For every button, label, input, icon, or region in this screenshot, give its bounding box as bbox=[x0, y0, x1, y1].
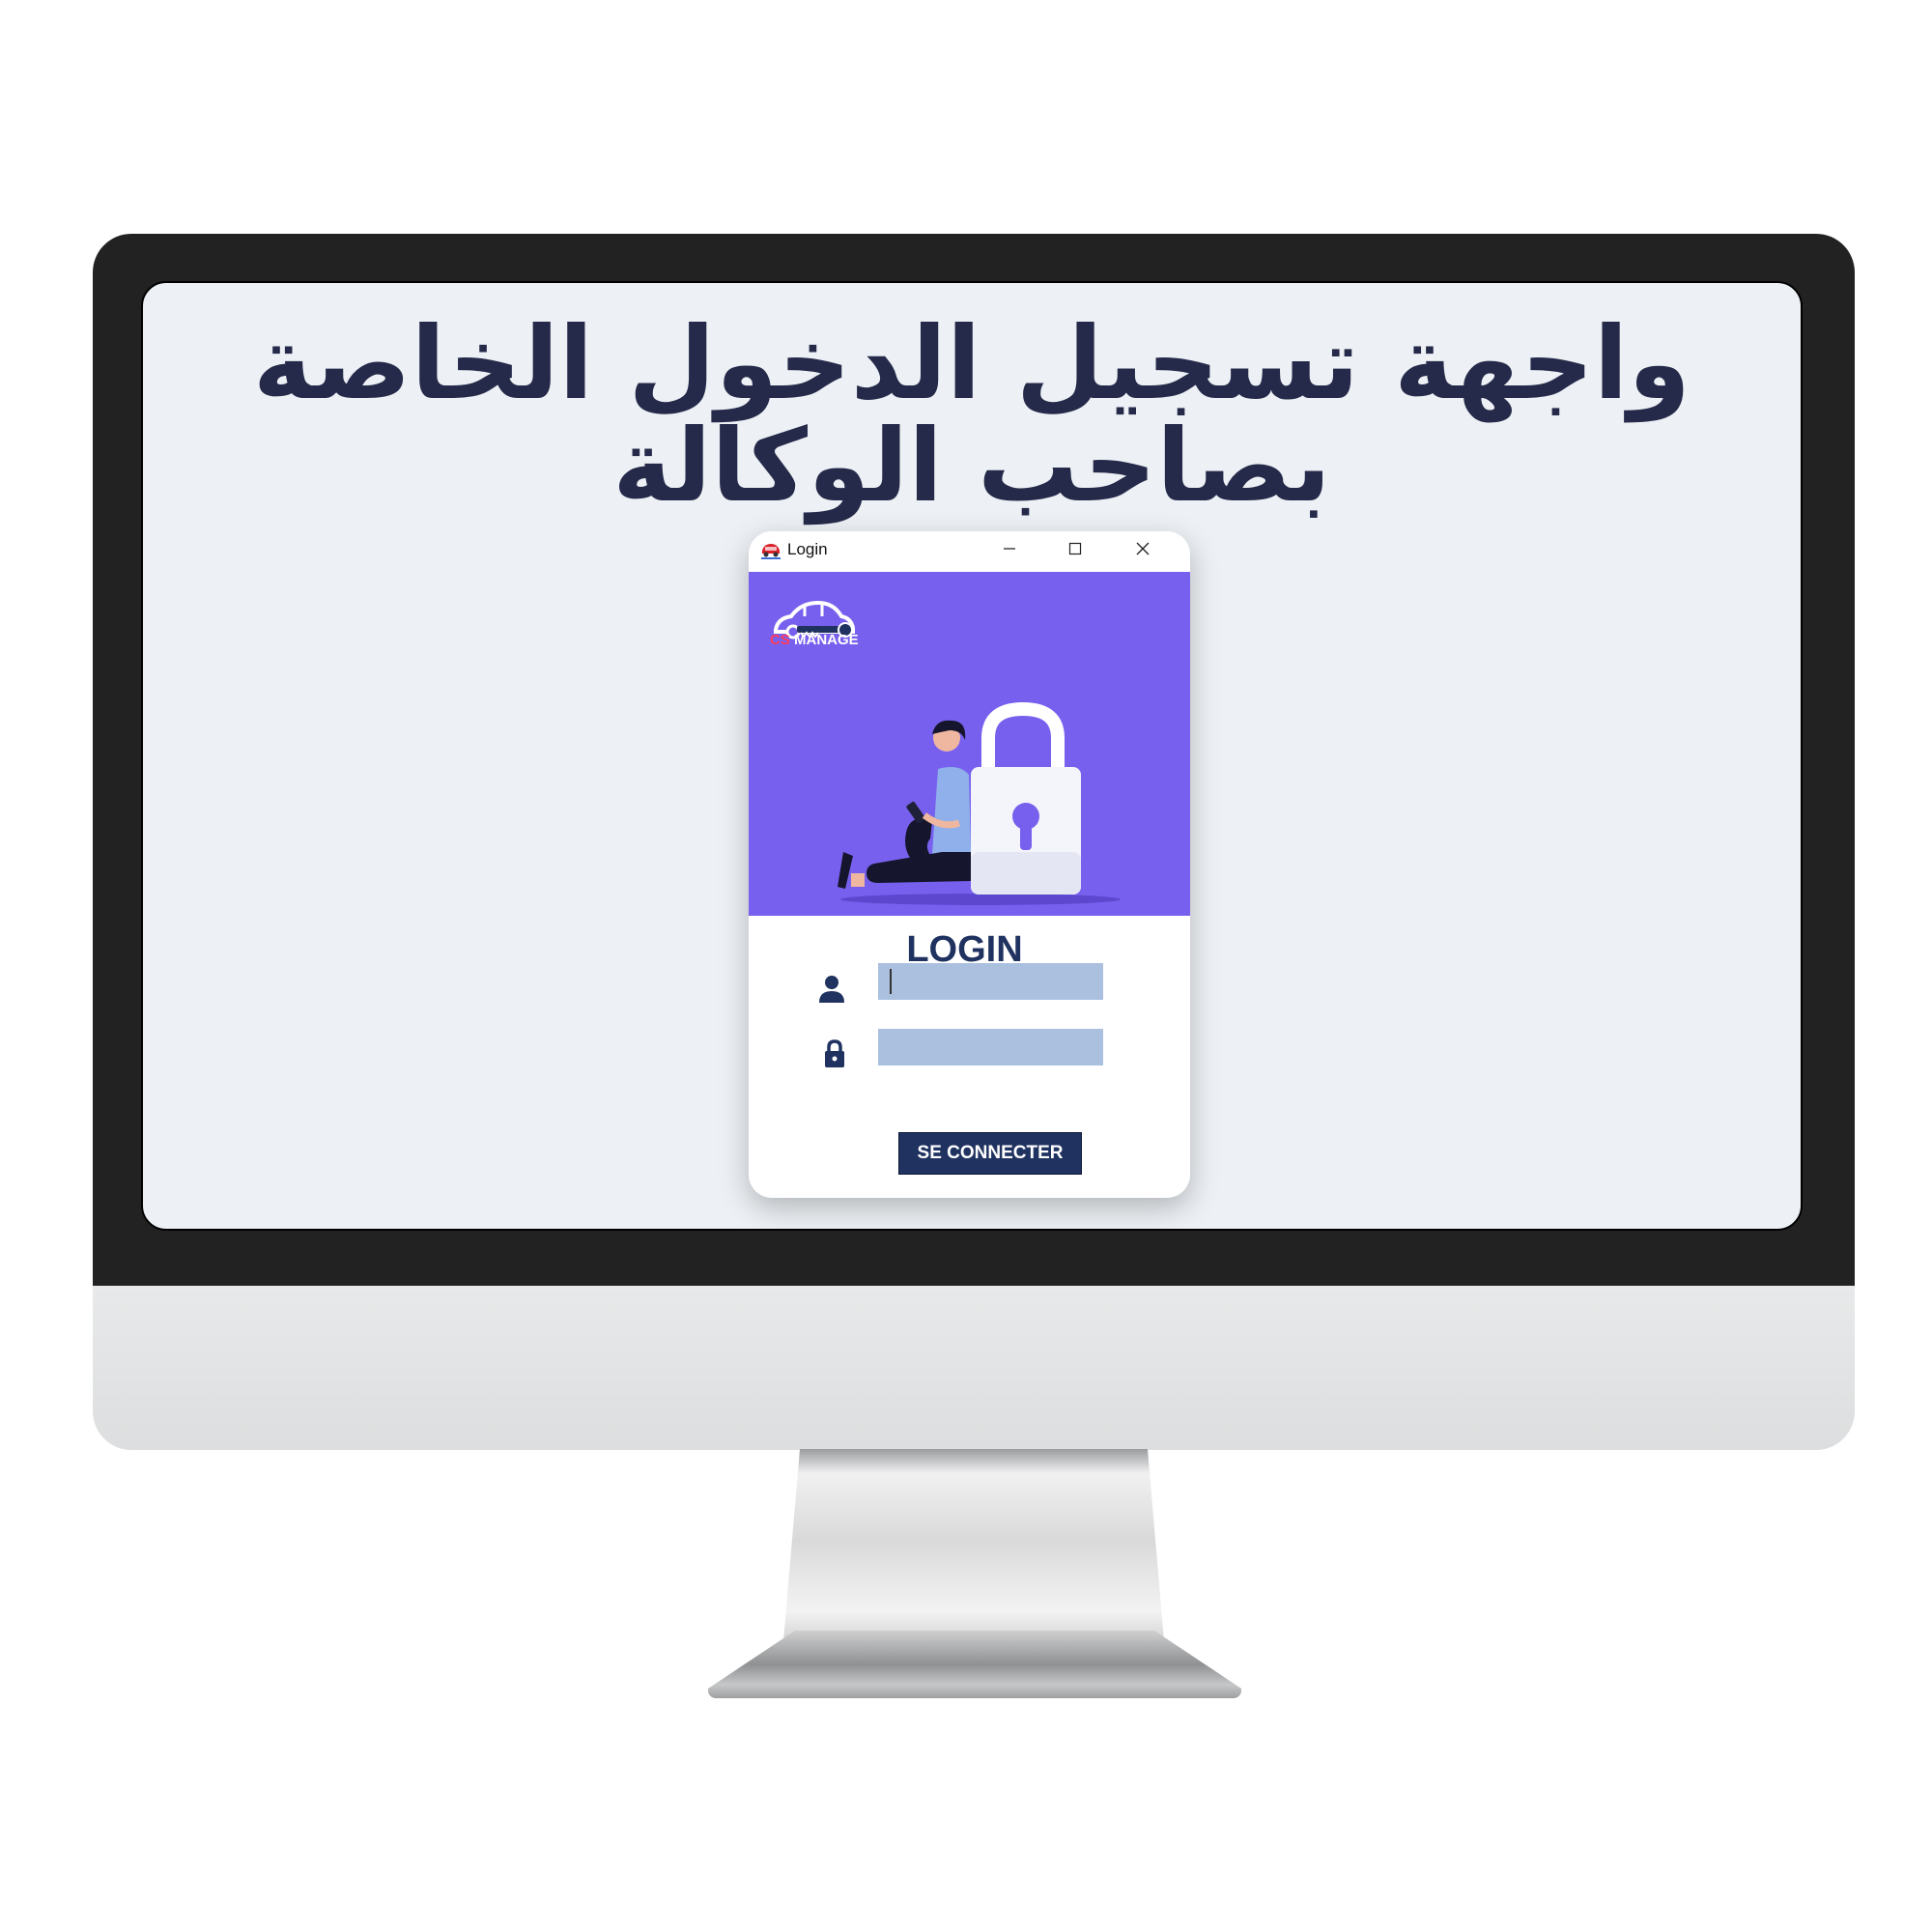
person-with-padlock-illustration bbox=[838, 701, 1121, 905]
maximize-button[interactable] bbox=[1046, 531, 1104, 566]
close-icon bbox=[1136, 542, 1150, 555]
headline-line-1: واجهة تسجيل الدخول الخاصة bbox=[252, 304, 1691, 422]
monitor-stand-neck bbox=[782, 1449, 1165, 1652]
window-title: Login bbox=[787, 540, 828, 558]
minimize-icon bbox=[1004, 548, 1015, 550]
text-caret bbox=[890, 969, 892, 994]
brand-suffix: MANAGE bbox=[794, 632, 859, 648]
app-icon bbox=[761, 544, 781, 559]
lock-icon bbox=[825, 1039, 844, 1067]
monitor-screen: واجهة تسجيل الدخول الخاصة بصاحب الوكالة … bbox=[141, 281, 1803, 1231]
monitor-stand-base bbox=[708, 1631, 1241, 1698]
username-input[interactable] bbox=[878, 963, 1103, 1000]
connect-button-label: SE CONNECTER bbox=[917, 1143, 1064, 1163]
headline-line-2: بصاحب الوكالة bbox=[612, 407, 1331, 525]
close-button[interactable] bbox=[1114, 531, 1172, 566]
brand-prefix: CS bbox=[770, 632, 790, 648]
user-icon bbox=[819, 976, 844, 1003]
minimize-button[interactable] bbox=[980, 531, 1038, 566]
brand-name: CS MANAGE bbox=[770, 632, 859, 648]
password-input[interactable] bbox=[878, 1029, 1103, 1065]
page-headline: واجهة تسجيل الدخول الخاصة بصاحب الوكالة bbox=[143, 312, 1801, 517]
maximize-icon bbox=[1068, 542, 1082, 555]
login-window: Login CS MANAGE LOGIN SE CONNECTER bbox=[749, 531, 1190, 1198]
hero-banner: CS MANAGE bbox=[749, 572, 1190, 916]
window-titlebar: Login bbox=[749, 531, 1190, 572]
connect-button[interactable]: SE CONNECTER bbox=[898, 1132, 1082, 1175]
monitor-chin bbox=[93, 1286, 1855, 1450]
